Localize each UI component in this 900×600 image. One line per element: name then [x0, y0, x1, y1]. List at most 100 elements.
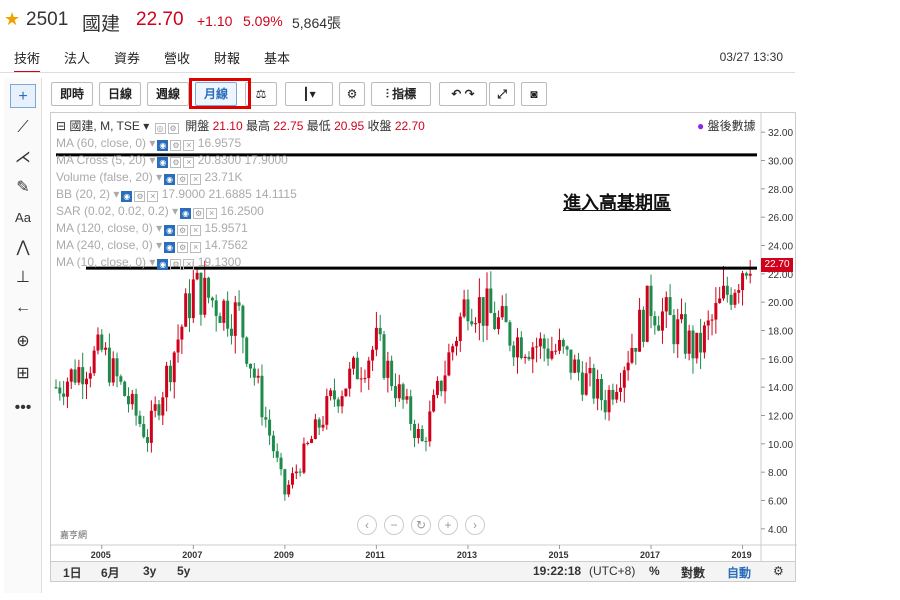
close-icon[interactable]: ×	[190, 174, 202, 185]
legend-indicator[interactable]: MA Cross (5, 20) ▾ ◉ ⚙ × 20.8300 17.9000	[56, 152, 288, 168]
zoom-icon[interactable]: ⊕	[10, 330, 36, 354]
eye-icon[interactable]: ◎	[154, 123, 166, 134]
range-6m[interactable]: 6月	[101, 564, 120, 581]
candle-body	[519, 337, 523, 359]
legend-indicator[interactable]: BB (20, 2) ▾ ◉ ⚙ × 17.9000 21.6885 14.1115	[56, 186, 297, 202]
log-toggle[interactable]: 對數	[681, 564, 705, 581]
range-5y[interactable]: 5y	[177, 564, 190, 578]
legend-indicator[interactable]: MA (240, close, 0) ▾ ◉ ⚙ × 14.7562	[56, 237, 248, 253]
dropdown-icon[interactable]: ▾	[149, 136, 155, 150]
legend-indicator[interactable]: SAR (0.02, 0.02, 0.2) ▾ ◉ ⚙ × 16.2500	[56, 203, 264, 219]
close-icon[interactable]: ×	[206, 208, 218, 219]
candle-body	[195, 272, 199, 280]
dropdown-icon[interactable]: ▾	[149, 255, 155, 269]
eye-icon[interactable]: ◉	[164, 174, 176, 185]
gear-icon[interactable]: ⚙	[193, 208, 205, 219]
tab-revenue[interactable]: 營收	[164, 48, 190, 67]
range-1d[interactable]: 1日	[63, 564, 82, 581]
crosshair-icon[interactable]: +	[10, 84, 36, 108]
fullscreen-icon[interactable]: ⤢	[489, 82, 515, 106]
undo-redo-icon[interactable]: ↶ ↷	[439, 82, 487, 106]
eye-icon[interactable]: ◉	[157, 140, 169, 151]
legend-indicator[interactable]: Volume (false, 20) ▾ ◉ ⚙ × 23.71K	[56, 169, 242, 185]
tab-basic[interactable]: 基本	[264, 48, 290, 67]
trend-line-icon[interactable]: ⟋	[10, 116, 36, 140]
legend-indicator[interactable]: MA (60, close, 0) ▾ ◉ ⚙ × 16.9575	[56, 135, 241, 151]
gear-icon[interactable]: ⚙	[170, 259, 182, 270]
after-hours[interactable]: ● 盤後數據	[697, 118, 756, 134]
dropdown-icon[interactable]: ▾	[149, 153, 155, 167]
candle-body	[165, 365, 169, 398]
tab-institutional[interactable]: 法人	[64, 48, 90, 67]
arrow-left-icon[interactable]: ←	[10, 296, 36, 320]
close-icon[interactable]: ×	[183, 140, 195, 151]
indicator-label: MA (240, close, 0)	[56, 238, 153, 252]
daily-button[interactable]: 日線	[99, 82, 141, 106]
symbol-dropdown-icon[interactable]: ▾	[143, 119, 149, 133]
close-icon[interactable]: ×	[147, 191, 159, 202]
chart-type-icon[interactable]: ┃▾	[285, 82, 333, 106]
candle-body	[352, 357, 356, 369]
gear-icon[interactable]: ⚙	[134, 191, 146, 202]
close-icon[interactable]: ×	[183, 259, 195, 270]
dropdown-icon[interactable]: ▾	[156, 238, 162, 252]
candle-body	[496, 317, 500, 329]
eye-icon[interactable]: ◉	[121, 191, 133, 202]
candle-body	[424, 441, 428, 443]
dropdown-icon[interactable]: ▾	[172, 204, 178, 218]
tab-technical[interactable]: 技術	[14, 48, 41, 73]
gear-icon[interactable]: ⚙	[170, 157, 182, 168]
legend-indicator[interactable]: MA (10, close, 0) ▾ ◉ ⚙ × 19.1300	[56, 254, 241, 270]
percent-toggle[interactable]: %	[649, 564, 660, 578]
gear-icon[interactable]: ⚙	[177, 242, 189, 253]
scroll-left-icon[interactable]: ‹	[357, 515, 377, 535]
dropdown-icon[interactable]: ▾	[113, 187, 119, 201]
close-icon[interactable]: ×	[183, 157, 195, 168]
settings-icon[interactable]: ⚙	[339, 82, 365, 106]
camera-icon[interactable]: ◙	[521, 82, 547, 106]
weekly-button[interactable]: 週線	[147, 82, 189, 106]
text-tool-icon[interactable]: Aa	[10, 206, 36, 230]
legend-indicator[interactable]: MA (120, close, 0) ▾ ◉ ⚙ × 15.9571	[56, 220, 248, 236]
candle-body	[611, 389, 615, 400]
candle-body	[302, 443, 306, 473]
auto-scale-toggle[interactable]: 自動	[727, 564, 751, 581]
collapse-icon[interactable]: ⊟	[56, 119, 66, 133]
ruler-icon[interactable]: ⊞	[10, 362, 36, 386]
brush-icon[interactable]: ✎	[10, 176, 36, 200]
y-tick-label: 18.00	[768, 327, 793, 338]
scroll-right-icon[interactable]: ›	[465, 515, 485, 535]
more-icon[interactable]: •••	[10, 396, 36, 420]
reset-icon[interactable]: ↻	[411, 515, 431, 535]
candle-body	[622, 370, 626, 388]
dropdown-icon[interactable]: ▾	[156, 170, 162, 184]
eye-icon[interactable]: ◉	[157, 157, 169, 168]
eye-icon[interactable]: ◉	[157, 259, 169, 270]
eye-icon[interactable]: ◉	[164, 242, 176, 253]
measure-icon[interactable]: ⊥	[10, 266, 36, 290]
intraday-button[interactable]: 即時	[51, 82, 93, 106]
dropdown-icon[interactable]: ▾	[156, 221, 162, 235]
candle-body	[226, 300, 230, 329]
tab-margin[interactable]: 資券	[114, 48, 140, 67]
favorite-star-icon[interactable]: ★	[4, 9, 20, 30]
zoom-out-icon[interactable]: −	[384, 515, 404, 535]
close-icon[interactable]: ×	[190, 225, 202, 236]
settings-gear-icon[interactable]: ⚙	[773, 564, 784, 578]
candle-body	[660, 311, 664, 331]
gear-icon[interactable]: ⚙	[177, 174, 189, 185]
pattern-icon[interactable]: ⋀	[10, 236, 36, 260]
close-icon[interactable]: ×	[190, 242, 202, 253]
eye-icon[interactable]: ◉	[164, 225, 176, 236]
gear-icon[interactable]: ⚙	[170, 140, 182, 151]
indicators-button[interactable]: ⫶ 指標	[371, 82, 431, 106]
gear-icon[interactable]: ⚙	[177, 225, 189, 236]
fork-icon[interactable]: ⋌	[10, 146, 36, 170]
gear-icon[interactable]: ⚙	[167, 123, 179, 134]
zoom-in-icon[interactable]: +	[438, 515, 458, 535]
y-tick-label: 32.00	[768, 128, 793, 139]
tab-financials[interactable]: 財報	[214, 48, 240, 67]
range-3y[interactable]: 3y	[143, 564, 156, 578]
indicator-value: 16.9575	[197, 136, 242, 150]
eye-icon[interactable]: ◉	[180, 208, 192, 219]
